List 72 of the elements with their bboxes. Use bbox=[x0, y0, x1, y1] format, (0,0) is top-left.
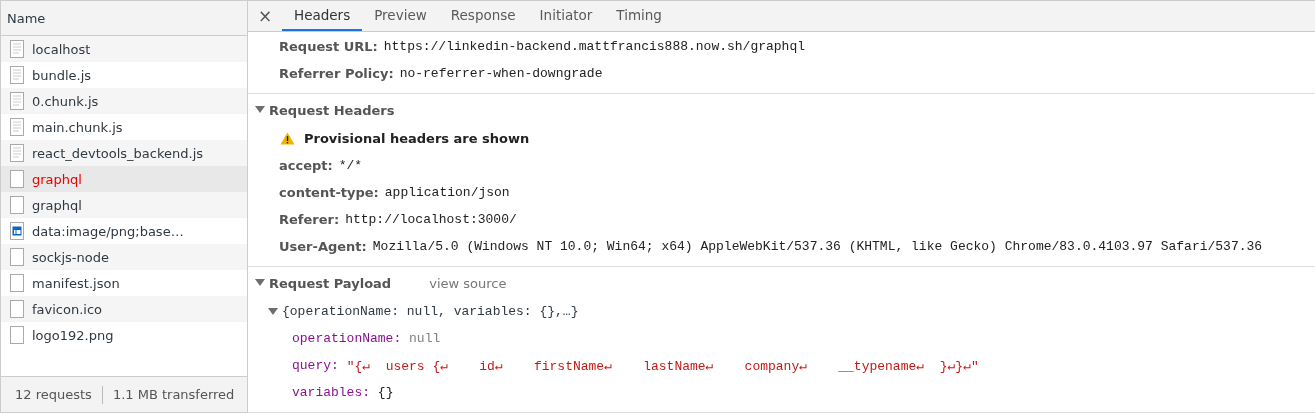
transferred-size: 1.1 MB transferred bbox=[112, 387, 235, 402]
request-name: sockjs-node bbox=[32, 249, 109, 265]
view-source-link[interactable]: view source bbox=[429, 275, 507, 291]
property-name: operationName: bbox=[292, 331, 402, 346]
request-row[interactable]: localhost bbox=[1, 36, 247, 62]
request-row[interactable]: main.chunk.js bbox=[1, 114, 247, 140]
request-name: favicon.ico bbox=[32, 301, 103, 317]
request-row[interactable]: graphql bbox=[1, 192, 247, 218]
request-name: bundle.js bbox=[32, 67, 92, 83]
header-name: accept: bbox=[279, 158, 333, 173]
request-row[interactable]: graphql bbox=[1, 166, 247, 192]
request-row[interactable]: react_devtools_backend.js bbox=[1, 140, 247, 166]
header-name: content-type: bbox=[279, 185, 379, 200]
request-name: data:image/png;base… bbox=[32, 223, 184, 239]
file-icon bbox=[9, 274, 25, 292]
property-value: "{↵ users {↵ id↵ firstName↵ lastName↵ company↵ __typename↵ }↵}↵" bbox=[346, 357, 979, 374]
request-name: main.chunk.js bbox=[32, 119, 123, 135]
tab[interactable]: Timing bbox=[604, 1, 674, 31]
request-name: graphql bbox=[32, 197, 82, 213]
property-name: variables: bbox=[292, 385, 370, 400]
request-row[interactable]: data:image/png;base… bbox=[1, 218, 247, 244]
header-value: https://linkedin-backend.mattfrancis888.now.sh/graphql bbox=[383, 39, 805, 54]
tab[interactable]: Headers bbox=[282, 1, 363, 31]
request-row[interactable]: sockjs-node bbox=[1, 244, 247, 270]
expand-arrow-icon[interactable] bbox=[255, 106, 265, 114]
image-icon bbox=[9, 222, 25, 240]
request-name: 0.chunk.js bbox=[32, 93, 99, 109]
document-icon bbox=[9, 92, 25, 110]
header-value: no-referrer-when-downgrade bbox=[399, 66, 603, 81]
header-name: User-Agent: bbox=[279, 239, 367, 254]
header-value: http://localhost:3000/ bbox=[345, 212, 517, 227]
request-name: graphql bbox=[32, 171, 82, 187]
header-name: Request URL: bbox=[279, 39, 378, 54]
request-count: 12 requests bbox=[15, 387, 92, 402]
tab[interactable]: Preview bbox=[362, 1, 439, 31]
tab[interactable]: Response bbox=[438, 1, 528, 31]
warning-text: Provisional headers are shown bbox=[304, 131, 530, 146]
tab[interactable]: Initiator bbox=[527, 1, 605, 31]
request-name: manifest.json bbox=[32, 275, 120, 291]
header-value: */* bbox=[338, 158, 363, 173]
header-name: Referer: bbox=[279, 212, 340, 227]
file-icon bbox=[9, 196, 25, 214]
request-name: logo192.png bbox=[32, 327, 114, 343]
header-value: application/json bbox=[384, 185, 510, 200]
file-icon bbox=[9, 326, 25, 344]
warning-icon bbox=[280, 132, 295, 145]
section-title[interactable]: Request Headers bbox=[269, 102, 395, 118]
property-value: {} bbox=[377, 385, 394, 400]
request-row[interactable]: manifest.json bbox=[1, 270, 247, 296]
object-summary[interactable]: {operationName: null, variables: {},…} bbox=[282, 304, 579, 319]
document-icon bbox=[9, 40, 25, 58]
header-name: Referrer Policy: bbox=[279, 66, 394, 81]
property-value: null bbox=[409, 331, 441, 346]
request-row[interactable]: favicon.ico bbox=[1, 296, 247, 322]
expand-arrow-icon[interactable] bbox=[255, 279, 265, 287]
request-name: localhost bbox=[32, 41, 91, 57]
request-row[interactable]: 0.chunk.js bbox=[1, 88, 247, 114]
document-icon bbox=[9, 118, 25, 136]
header-value: Mozilla/5.0 (Windows NT 10.0; Win64; x64) AppleWebKit/537.36 (KHTML, like Gecko) Chrome/83.0.4103.97 Safari/537.36 bbox=[372, 239, 1263, 254]
file-icon bbox=[9, 300, 25, 318]
request-row[interactable]: bundle.js bbox=[1, 62, 247, 88]
property-name: query: bbox=[292, 358, 339, 373]
expand-arrow-icon[interactable] bbox=[268, 307, 278, 316]
column-header[interactable]: Name bbox=[1, 0, 247, 36]
document-icon bbox=[9, 144, 25, 162]
file-icon bbox=[9, 248, 25, 266]
request-name: react_devtools_backend.js bbox=[32, 145, 204, 161]
request-row[interactable]: logo192.png bbox=[1, 322, 247, 348]
close-button[interactable]: × bbox=[248, 1, 282, 31]
file-icon bbox=[9, 170, 25, 188]
document-icon bbox=[9, 66, 25, 84]
section-title[interactable]: Request Payload bbox=[269, 275, 392, 291]
